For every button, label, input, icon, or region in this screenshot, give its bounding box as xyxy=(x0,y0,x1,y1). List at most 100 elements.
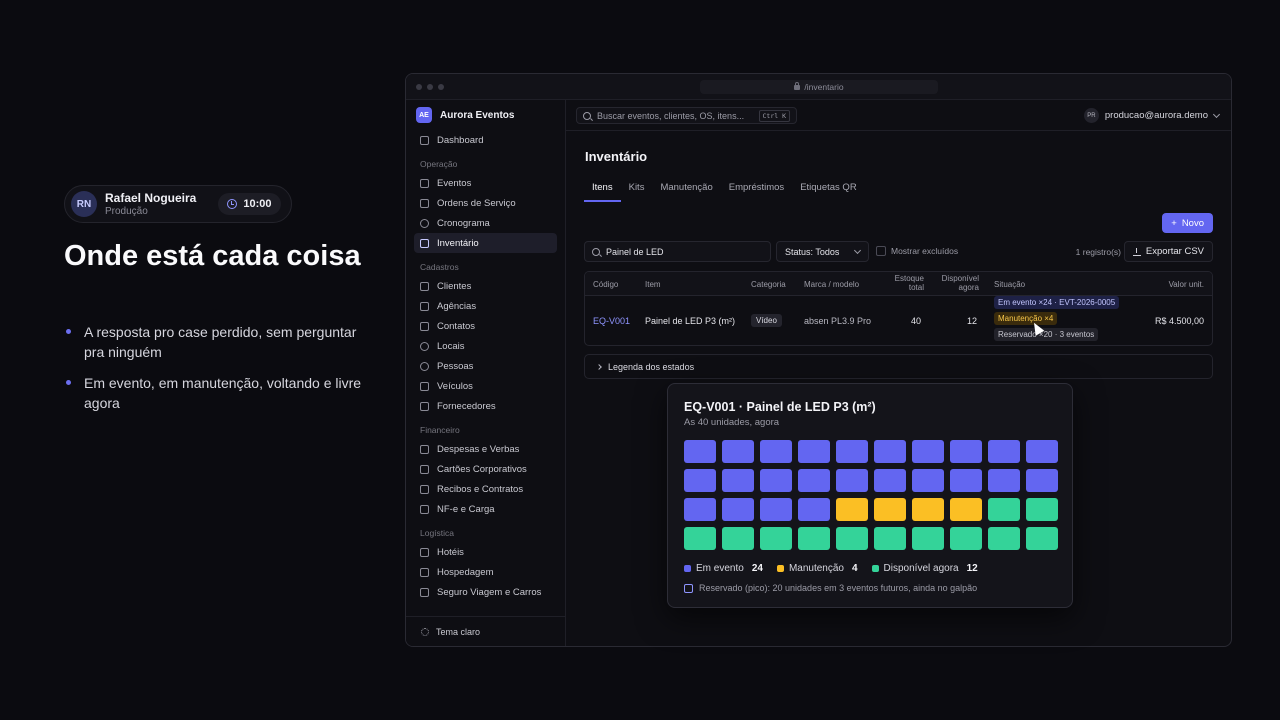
sidebar-item-nf-e-e-carga[interactable]: NF-e e Carga xyxy=(414,499,557,519)
item-search-input[interactable]: Painel de LED xyxy=(584,241,771,262)
url-bar[interactable]: /inventario xyxy=(700,80,938,94)
unit-value: R$ 4.500,00 xyxy=(1154,316,1204,326)
status-filter-select[interactable]: Status: Todos xyxy=(776,241,869,262)
sidebar-item-locais[interactable]: Locais xyxy=(414,336,557,356)
status-chip-in-event[interactable]: Em evento ×24 · EVT-2026-0005 xyxy=(994,296,1120,309)
theme-toggle[interactable]: Tema claro xyxy=(406,616,565,646)
unit-in-event[interactable] xyxy=(798,469,830,492)
col-status[interactable]: Situação xyxy=(994,280,1025,289)
unit-in-event[interactable] xyxy=(798,440,830,463)
unit-in-event[interactable] xyxy=(1026,440,1058,463)
sidebar-item-recibos-e-contratos[interactable]: Recibos e Contratos xyxy=(414,479,557,499)
sidebar-item-pessoas[interactable]: Pessoas xyxy=(414,356,557,376)
unit-in-event[interactable] xyxy=(722,440,754,463)
window-controls[interactable] xyxy=(416,84,444,90)
unit-available[interactable] xyxy=(950,527,982,550)
bed-icon xyxy=(420,567,429,577)
unit-available[interactable] xyxy=(874,527,906,550)
tab-manutencao[interactable]: Manutenção xyxy=(652,180,720,202)
chevron-right-icon xyxy=(596,363,602,370)
new-item-button[interactable]: + Novo xyxy=(1162,213,1213,233)
unit-in-event[interactable] xyxy=(760,498,792,521)
unit-maintenance[interactable] xyxy=(874,498,906,521)
plane-icon xyxy=(420,587,429,597)
sidebar-item-eventos[interactable]: Eventos xyxy=(414,173,557,193)
unit-in-event[interactable] xyxy=(684,498,716,521)
checkbox-box[interactable] xyxy=(876,246,886,256)
unit-maintenance[interactable] xyxy=(836,498,868,521)
sidebar-item-dashboard[interactable]: Dashboard xyxy=(414,130,557,150)
col-available[interactable]: Disponível agora xyxy=(933,274,979,292)
unit-available[interactable] xyxy=(836,527,868,550)
sidebar-item-veiculos[interactable]: Veículos xyxy=(414,376,557,396)
unit-in-event[interactable] xyxy=(760,440,792,463)
unit-in-event[interactable] xyxy=(684,469,716,492)
unit-in-event[interactable] xyxy=(874,469,906,492)
unit-in-event[interactable] xyxy=(912,440,944,463)
unit-available[interactable] xyxy=(1026,527,1058,550)
sidebar-item-seguro-viagem-e-carros[interactable]: Seguro Viagem e Carros xyxy=(414,582,557,602)
tab-kits[interactable]: Kits xyxy=(621,180,653,202)
user-menu[interactable]: PR producao@aurora.demo xyxy=(1083,108,1221,123)
unit-available[interactable] xyxy=(1026,498,1058,521)
unit-in-event[interactable] xyxy=(722,469,754,492)
unit-available[interactable] xyxy=(722,527,754,550)
col-brand[interactable]: Marca / modelo xyxy=(804,280,859,289)
timer-value: 10:00 xyxy=(243,198,272,210)
col-stock[interactable]: Estoque total xyxy=(882,274,924,292)
sidebar-item-cartoes-corporativos[interactable]: Cartões Corporativos xyxy=(414,459,557,479)
brand[interactable]: AE Aurora Eventos xyxy=(406,100,565,130)
unit-in-event[interactable] xyxy=(760,469,792,492)
export-csv-button[interactable]: Exportar CSV xyxy=(1123,241,1213,262)
sidebar-item-fornecedores[interactable]: Fornecedores xyxy=(414,396,557,416)
unit-in-event[interactable] xyxy=(874,440,906,463)
status-chip-reserved[interactable]: Reservado ×20 · 3 eventos xyxy=(994,328,1099,341)
sidebar-item-hoteis[interactable]: Hotéis xyxy=(414,542,557,562)
unit-in-event[interactable] xyxy=(798,498,830,521)
col-unit-value[interactable]: Valor unit. xyxy=(1169,280,1204,289)
unit-available[interactable] xyxy=(988,498,1020,521)
timer[interactable]: 10:00 xyxy=(218,193,281,215)
unit-maintenance[interactable] xyxy=(950,498,982,521)
unit-in-event[interactable] xyxy=(722,498,754,521)
tab-etiquetas-qr[interactable]: Etiquetas QR xyxy=(792,180,865,202)
sidebar-item-inventario[interactable]: Inventário xyxy=(414,233,557,253)
status-chip-maintenance[interactable]: Manutenção ×4 xyxy=(994,312,1058,325)
sidebar-item-label: Seguro Viagem e Carros xyxy=(437,586,542,598)
sidebar-item-label: Clientes xyxy=(437,280,472,292)
item-code-link[interactable]: EQ-V001 xyxy=(593,316,630,326)
unit-in-event[interactable] xyxy=(1026,469,1058,492)
unit-in-event[interactable] xyxy=(912,469,944,492)
col-category[interactable]: Categoria xyxy=(751,280,786,289)
unit-available[interactable] xyxy=(760,527,792,550)
tab-itens[interactable]: Itens xyxy=(584,180,621,202)
global-search-input[interactable]: Buscar eventos, clientes, OS, itens... C… xyxy=(576,107,797,124)
table-row[interactable]: EQ-V001 Painel de LED P3 (m²) Vídeo abse… xyxy=(585,296,1212,345)
sidebar-item-clientes[interactable]: Clientes xyxy=(414,276,557,296)
unit-in-event[interactable] xyxy=(950,440,982,463)
brand-logo: AE xyxy=(416,107,432,123)
unit-available[interactable] xyxy=(912,527,944,550)
sidebar-item-ordens-de-servico[interactable]: Ordens de Serviço xyxy=(414,193,557,213)
unit-available[interactable] xyxy=(798,527,830,550)
sidebar-item-agencias[interactable]: Agências xyxy=(414,296,557,316)
unit-maintenance[interactable] xyxy=(912,498,944,521)
sidebar-item-hospedagem[interactable]: Hospedagem xyxy=(414,562,557,582)
unit-available[interactable] xyxy=(988,527,1020,550)
unit-in-event[interactable] xyxy=(988,469,1020,492)
col-item[interactable]: Item xyxy=(645,280,661,289)
sidebar-item-despesas-e-verbas[interactable]: Despesas e Verbas xyxy=(414,439,557,459)
sidebar-item-cronograma[interactable]: Cronograma xyxy=(414,213,557,233)
show-deleted-checkbox[interactable]: Mostrar excluídos xyxy=(876,246,958,256)
unit-available[interactable] xyxy=(684,527,716,550)
unit-in-event[interactable] xyxy=(950,469,982,492)
tab-emprestimos[interactable]: Empréstimos xyxy=(721,180,792,202)
unit-in-event[interactable] xyxy=(836,440,868,463)
col-code[interactable]: Código xyxy=(593,280,618,289)
sidebar-item-label: Cartões Corporativos xyxy=(437,463,527,475)
legend-toggle[interactable]: Legenda dos estados xyxy=(584,354,1213,379)
unit-in-event[interactable] xyxy=(836,469,868,492)
unit-in-event[interactable] xyxy=(684,440,716,463)
sidebar-item-contatos[interactable]: Contatos xyxy=(414,316,557,336)
unit-in-event[interactable] xyxy=(988,440,1020,463)
